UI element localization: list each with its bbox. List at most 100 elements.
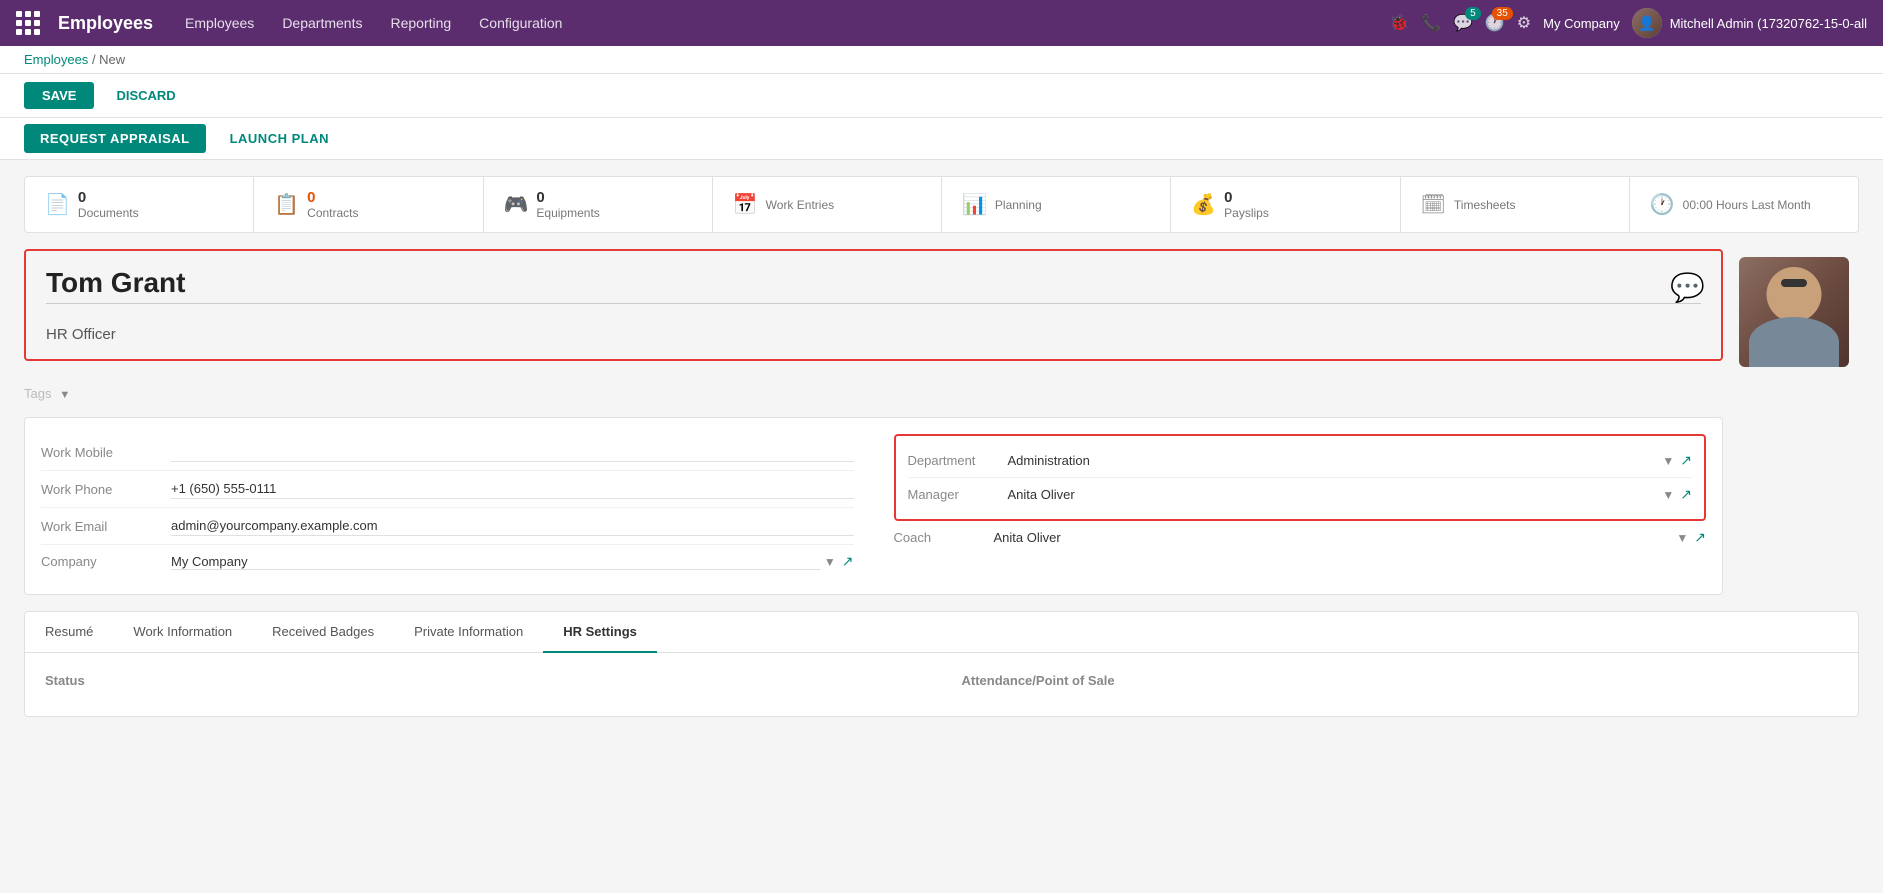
company-dropdown-arrow: ▼ [824, 555, 836, 569]
bug-icon[interactable]: 🐞 [1389, 13, 1409, 33]
tab-resume[interactable]: Resumé [25, 612, 113, 653]
save-button[interactable]: SAVE [24, 82, 94, 109]
work-phone-input[interactable] [171, 479, 854, 499]
planning-label: Planning [995, 198, 1042, 212]
payslips-label: Payslips [1224, 206, 1269, 220]
payslips-icon: 💰 [1191, 192, 1216, 217]
stat-tab-contracts[interactable]: 📋 0 Contracts [254, 177, 483, 232]
brand: Employees [16, 11, 153, 35]
main-content: 📄 0 Documents 📋 0 Contracts 🎮 0 Equipmen… [0, 160, 1883, 873]
user-name: Mitchell Admin (17320762-15-0-all [1670, 16, 1867, 31]
clock-badge: 35 [1492, 7, 1513, 20]
documents-label: Documents [78, 206, 139, 220]
tab-hr-settings[interactable]: HR Settings [543, 612, 657, 653]
chat-bubble-icon[interactable]: 💬 [1670, 271, 1705, 304]
documents-icon: 📄 [45, 192, 70, 217]
stat-tab-equipments[interactable]: 🎮 0 Equipments [484, 177, 713, 232]
phone-icon[interactable]: 📞 [1421, 13, 1441, 33]
contracts-count: 0 [307, 189, 358, 206]
tags-row: Tags ▼ [24, 377, 1723, 409]
company-select-wrapper: My Company ▼ ↗ [171, 553, 854, 570]
company-select[interactable]: My Company [171, 554, 820, 570]
company-row: Company My Company ▼ ↗ [41, 545, 854, 578]
work-email-input[interactable] [171, 516, 854, 536]
work-email-row: Work Email [41, 508, 854, 545]
employee-job-title-input[interactable] [46, 326, 1701, 343]
stat-tabs: 📄 0 Documents 📋 0 Contracts 🎮 0 Equipmen… [24, 176, 1859, 233]
stat-tab-planning[interactable]: 📊 Planning [942, 177, 1171, 232]
settings-icon[interactable]: ⚙ [1517, 13, 1531, 33]
manager-row: Manager Anita Oliver ▼ ↗ [908, 478, 1693, 511]
manager-ext-link-icon[interactable]: ↗ [1680, 486, 1692, 503]
employee-left-col: 💬 Tags ▼ Work Mobile [24, 249, 1723, 595]
status-section: Status Attendance/Point of Sale [45, 673, 1838, 696]
stat-tab-payslips[interactable]: 💰 0 Payslips [1171, 177, 1400, 232]
department-ext-link-icon[interactable]: ↗ [1680, 452, 1692, 469]
menu-configuration[interactable]: Configuration [467, 0, 574, 46]
action-bar: SAVE DISCARD [0, 74, 1883, 118]
request-appraisal-button[interactable]: REQUEST APPRAISAL [24, 124, 206, 153]
stat-tab-timesheets[interactable]: 🗓 Timesheets [1401, 177, 1630, 232]
left-fields: Work Mobile Work Phone Work Email C [41, 434, 854, 578]
tags-dropdown-arrow[interactable]: ▼ [59, 389, 70, 401]
department-row: Department Administration ▼ ↗ [908, 444, 1693, 478]
equipments-icon: 🎮 [504, 192, 529, 217]
work-mobile-label: Work Mobile [41, 445, 171, 460]
coach-value: Anita Oliver [994, 530, 1673, 545]
top-navigation: Employees Employees Departments Reportin… [0, 0, 1883, 46]
user-menu[interactable]: 👤 Mitchell Admin (17320762-15-0-all [1632, 8, 1867, 38]
equipments-count: 0 [536, 189, 599, 206]
tab-private-information[interactable]: Private Information [394, 612, 543, 653]
top-menu: Employees Departments Reporting Configur… [173, 0, 1389, 46]
secondary-action-bar: REQUEST APPRAISAL LAUNCH PLAN [0, 118, 1883, 160]
menu-employees[interactable]: Employees [173, 0, 266, 46]
stat-tab-work-entries[interactable]: 📅 Work Entries [713, 177, 942, 232]
coach-row: Coach Anita Oliver ▼ ↗ [894, 521, 1707, 554]
coach-ext-link-icon[interactable]: ↗ [1694, 529, 1706, 546]
work-email-label: Work Email [41, 519, 171, 534]
department-label: Department [908, 453, 1008, 468]
breadcrumb-parent[interactable]: Employees [24, 52, 88, 67]
coach-label: Coach [894, 530, 994, 545]
status-col: Status [45, 673, 922, 696]
menu-departments[interactable]: Departments [270, 0, 374, 46]
documents-count: 0 [78, 189, 139, 206]
breadcrumb: Employees / New [0, 46, 1883, 74]
work-phone-row: Work Phone [41, 471, 854, 508]
contracts-icon: 📋 [274, 192, 299, 217]
clock-icon[interactable]: 🕐35 [1485, 13, 1505, 33]
equipments-label: Equipments [536, 206, 599, 220]
timesheets-label: Timesheets [1454, 198, 1516, 212]
hours-icon: 🕐 [1650, 192, 1675, 217]
discard-button[interactable]: DISCARD [102, 82, 189, 109]
fields-card: Work Mobile Work Phone Work Email C [24, 417, 1723, 595]
coach-dropdown-arrow[interactable]: ▼ [1676, 531, 1688, 545]
payslips-count: 0 [1224, 189, 1269, 206]
chat-icon[interactable]: 💬5 [1453, 13, 1473, 33]
manager-dropdown-arrow[interactable]: ▼ [1662, 488, 1674, 502]
chat-badge: 5 [1465, 7, 1481, 20]
company-ext-link-icon[interactable]: ↗ [842, 553, 854, 570]
work-phone-label: Work Phone [41, 482, 171, 497]
app-grid-icon[interactable] [16, 11, 40, 35]
contracts-label: Contracts [307, 206, 358, 220]
department-dropdown-arrow[interactable]: ▼ [1662, 454, 1674, 468]
breadcrumb-current: New [99, 52, 125, 67]
tab-received-badges[interactable]: Received Badges [252, 612, 394, 653]
work-mobile-input[interactable] [171, 442, 854, 462]
tab-work-information[interactable]: Work Information [113, 612, 252, 653]
brand-name: Employees [58, 13, 153, 34]
company-label: Company [41, 554, 171, 569]
company-name: My Company [1543, 16, 1620, 31]
department-value: Administration [1008, 453, 1659, 468]
employee-name-box: 💬 [24, 249, 1723, 361]
user-avatar: 👤 [1632, 8, 1662, 38]
menu-reporting[interactable]: Reporting [378, 0, 463, 46]
tabs-body: Status Attendance/Point of Sale [25, 653, 1858, 716]
launch-plan-button[interactable]: LAUNCH PLAN [214, 124, 345, 153]
stat-tab-documents[interactable]: 📄 0 Documents [25, 177, 254, 232]
stat-tab-hours[interactable]: 🕐 00:00 Hours Last Month [1630, 177, 1858, 232]
employee-avatar[interactable] [1739, 257, 1849, 367]
employee-name-input[interactable] [46, 267, 1701, 304]
manager-value: Anita Oliver [1008, 487, 1659, 502]
